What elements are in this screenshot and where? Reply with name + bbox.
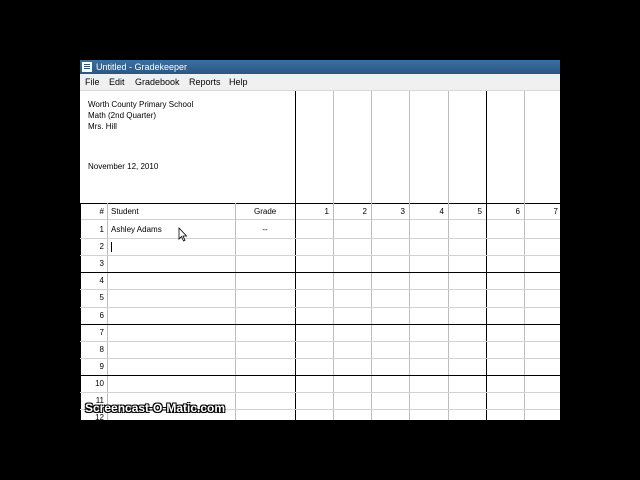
grade-cell [236,392,294,409]
grade-cell [236,289,294,306]
row-number: 8 [99,344,104,354]
column-header-assignment-5[interactable]: 5 [452,205,482,219]
menu-file[interactable]: File [85,74,100,90]
grade-cell [236,238,294,255]
row-number: 3 [99,259,104,269]
menu-bar: File Edit Gradebook Reports Help [80,74,560,91]
grade-cell [236,341,294,358]
grade-cell [236,324,294,341]
row-number: 10 [95,378,104,388]
row-number: 7 [99,327,104,337]
column-header-rule [80,219,560,220]
student-name-cell[interactable] [111,255,233,272]
grade-cell [236,272,294,289]
column-header-assignment-7[interactable]: 7 [528,205,558,219]
column-header-assignment-1[interactable]: 1 [299,205,329,219]
student-name-cell[interactable] [111,341,233,358]
row-number: 2 [99,242,104,252]
student-name-cell[interactable] [111,324,233,341]
menu-gradebook[interactable]: Gradebook [135,74,180,90]
gradebook-header[interactable]: Worth County Primary School Math (2nd Qu… [80,91,295,203]
column-header-student[interactable]: Student [111,205,139,219]
menu-edit[interactable]: Edit [109,74,125,90]
column-header-assignment-4[interactable]: 4 [413,205,444,219]
grade-cell [236,375,294,392]
student-name-cell[interactable] [111,358,233,375]
course-name: Math (2nd Quarter) [88,111,157,120]
grade-cell: -- [262,225,268,234]
column-header-number: # [99,207,104,216]
row-number: 6 [99,310,104,320]
teacher-name: Mrs. Hill [88,122,117,131]
column-header-assignment-6[interactable]: 6 [490,205,520,219]
student-name-cell[interactable]: Ashley Adams [111,221,233,238]
student-name-cell[interactable] [111,272,233,289]
student-name-cell[interactable] [111,375,233,392]
grade-cell [236,358,294,375]
grid-line-vertical [107,203,108,420]
window-title: Untitled - Gradekeeper [96,62,188,72]
mouse-cursor-icon [178,227,188,242]
menu-help[interactable]: Help [229,74,248,90]
row-number: 5 [99,293,104,303]
column-header-assignment-2[interactable]: 2 [337,205,367,219]
student-name-cell[interactable] [111,289,233,306]
row-number: 4 [99,276,104,286]
menu-reports[interactable]: Reports [189,74,221,90]
grade-cell [236,409,294,420]
column-header-grade[interactable]: Grade [254,205,276,219]
app-icon [82,62,92,72]
school-name: Worth County Primary School [88,100,194,109]
gradebook-date: November 12, 2010 [88,162,159,171]
text-caret [111,242,112,253]
column-header-assignment-3[interactable]: 3 [375,205,405,219]
screencast-watermark: Screencast-O-Matic.com [85,401,226,415]
student-name-cell[interactable] [111,307,233,324]
row-number: 9 [99,361,104,371]
grade-cell [236,255,294,272]
grade-cell [236,307,294,324]
student-name-cell[interactable] [111,238,233,255]
header-bottom-rule [80,203,560,204]
row-number: 1 [99,225,104,234]
gradekeeper-window: Untitled - Gradekeeper File Edit Gradebo… [80,60,560,420]
title-bar[interactable]: Untitled - Gradekeeper [80,60,560,74]
